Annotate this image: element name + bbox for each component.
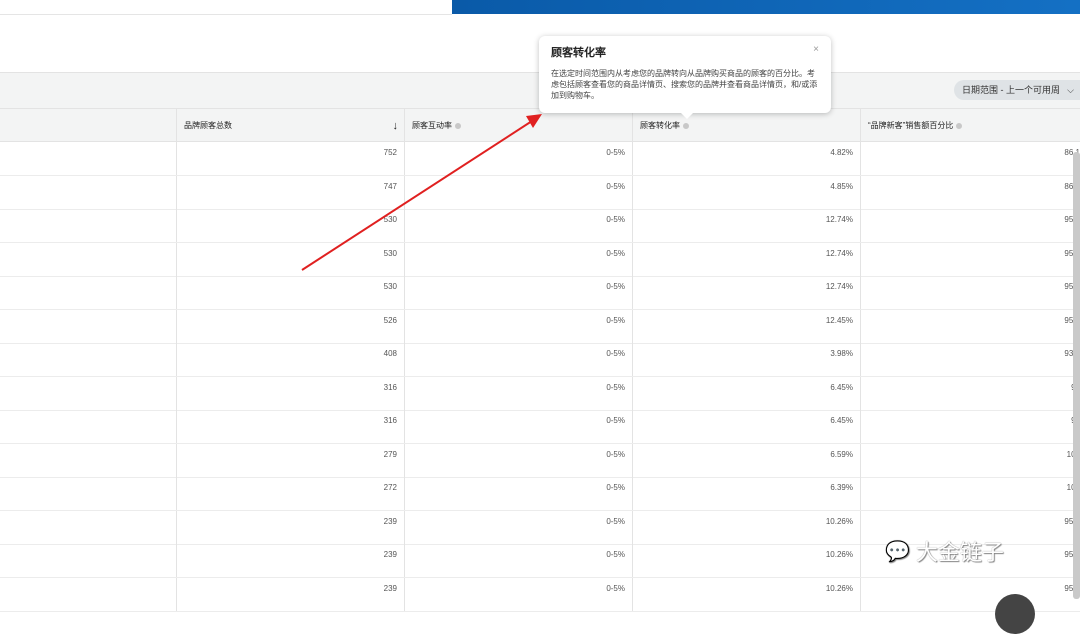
floating-button[interactable] bbox=[995, 594, 1035, 634]
watermark: 💬 大金链子 bbox=[885, 540, 1004, 565]
red-arrow-annotation bbox=[301, 114, 542, 271]
wechat-icon: 💬 bbox=[885, 540, 910, 563]
